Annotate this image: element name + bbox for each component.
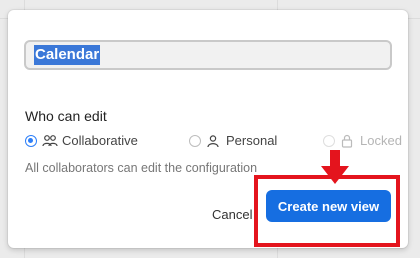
option-label: Personal (226, 133, 278, 148)
radio-collaborative[interactable] (25, 134, 37, 147)
lock-icon (340, 134, 356, 148)
option-personal[interactable]: Personal (189, 133, 309, 148)
collaborators-icon (42, 134, 58, 148)
who-can-edit-label: Who can edit (25, 108, 107, 124)
cancel-button[interactable]: Cancel (212, 207, 252, 222)
view-name-value: Calendar (34, 45, 101, 65)
radio-personal[interactable] (189, 134, 201, 147)
permission-helper-text: All collaborators can edit the configura… (25, 161, 258, 175)
create-new-view-button[interactable]: Create new view (266, 190, 391, 222)
permission-options: Collaborative Personal Locked (25, 133, 416, 148)
radio-locked (323, 134, 335, 147)
view-name-input[interactable]: Calendar (24, 40, 392, 70)
person-icon (206, 134, 222, 148)
option-collaborative[interactable]: Collaborative (25, 133, 175, 148)
option-locked: Locked (323, 133, 402, 148)
option-label: Collaborative (62, 133, 138, 148)
option-label: Locked (360, 133, 402, 148)
